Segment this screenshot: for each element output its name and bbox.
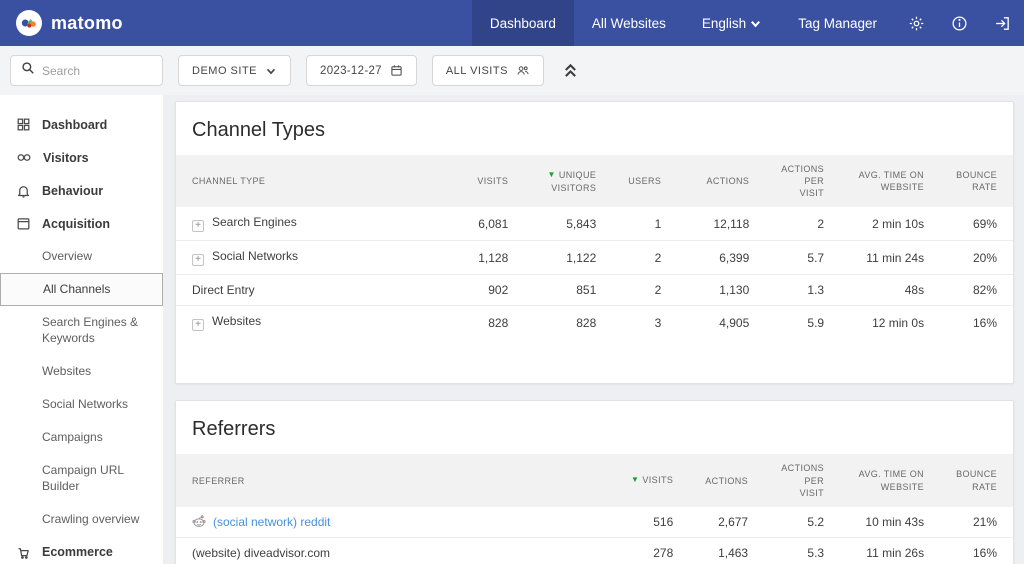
sidebar-item-visitors[interactable]: Visitors (0, 141, 163, 174)
row-label: Direct Entry (192, 283, 255, 298)
table-row[interactable]: (social network) reddit 516 2,677 5.2 10… (176, 507, 1013, 538)
nav-language-label: English (701, 15, 747, 31)
settings-gear-icon[interactable] (895, 0, 938, 46)
expand-row-icon[interactable]: + (192, 220, 204, 233)
row-label: Social Networks (212, 249, 299, 264)
dashboard-grid-icon (17, 118, 30, 131)
logout-icon[interactable] (981, 0, 1024, 46)
date-range-button[interactable]: 2023-12-27 (306, 55, 417, 86)
sidebar-item-behaviour[interactable]: Behaviour (0, 174, 163, 207)
column-header-actions-per-visit[interactable]: Actions per Visit (765, 155, 841, 208)
channel-types-table: Channel Type Visits ▼ Unique Visitors Use… (176, 155, 1013, 340)
sidebar-item-dashboard[interactable]: Dashboard (0, 108, 163, 141)
archive-box-icon (17, 218, 30, 230)
sidebar-item-websites[interactable]: Websites (0, 355, 163, 388)
chevron-down-icon (749, 17, 762, 30)
sort-desc-icon: ▼ (631, 475, 640, 485)
matomo-logo[interactable]: matomo (0, 0, 139, 46)
reddit-icon (192, 515, 206, 527)
sidebar-item-crawling-overview[interactable]: Crawling overview (0, 503, 163, 536)
nav-language-selector[interactable]: English (684, 0, 780, 46)
content-area: Channel Types Channel Type Visits ▼ Uniqu… (163, 95, 1024, 564)
table-header-row: Referrer ▼ Visits Actions Actions per Vis… (176, 454, 1013, 507)
column-header-visits[interactable]: Visits (444, 155, 525, 208)
site-selector-label: DEMO SITE (192, 64, 258, 77)
site-selector-button[interactable]: DEMO SITE (178, 55, 292, 86)
double-chevron-up-icon (564, 63, 576, 77)
toolbar: DEMO SITE 2023-12-27 ALL VISITS (0, 46, 1024, 95)
search-input[interactable] (42, 63, 152, 78)
segment-label: ALL VISITS (445, 64, 508, 77)
channel-types-panel: Channel Types Channel Type Visits ▼ Uniqu… (175, 101, 1014, 385)
search-input-wrapper[interactable] (10, 55, 163, 86)
sidebar-item-all-channels[interactable]: All Channels (0, 272, 163, 306)
panel-title: Channel Types (192, 119, 326, 141)
sidebar-item-campaigns[interactable]: Campaigns (0, 421, 163, 454)
sidebar-item-label: Ecommerce (42, 545, 113, 560)
sidebar-item-label: Dashboard (42, 117, 108, 132)
referrer-link[interactable]: (social network) reddit (213, 515, 330, 529)
sidebar-item-acquisition[interactable]: Acquisition (0, 207, 163, 240)
segment-selector-button[interactable]: ALL VISITS (431, 55, 544, 86)
referrers-table: Referrer ▼ Visits Actions Actions per Vis… (176, 454, 1013, 564)
table-header-row: Channel Type Visits ▼ Unique Visitors Use… (176, 155, 1013, 208)
table-row[interactable]: + Social Networks 1,128 1,122 2 6,399 5.7… (176, 240, 1013, 275)
row-label: (website) diveadvisor.com (192, 545, 331, 560)
table-row[interactable]: (website) diveadvisor.com 278 1,463 5.3 … (176, 536, 1013, 564)
nav-tag-manager[interactable]: Tag Manager (780, 0, 895, 46)
top-navbar: matomo Dashboard All Websites English Ta… (0, 0, 1024, 46)
column-header-actions-per-visit[interactable]: Actions per Visit (764, 454, 841, 507)
panel-title: Referrers (192, 418, 276, 441)
sort-desc-icon: ▼ (547, 169, 556, 179)
panel-bottom-padding (176, 339, 1013, 383)
search-icon (21, 61, 35, 80)
column-header-referrer[interactable]: Referrer (176, 454, 608, 507)
column-header-channel-type[interactable]: Channel Type (176, 155, 445, 208)
column-header-bounce-rate[interactable]: Bounce Rate (940, 155, 1013, 208)
brand-name: matomo (51, 12, 123, 33)
sidebar-item-campaign-url-builder[interactable]: Campaign URL Builder (0, 454, 163, 504)
row-label: Websites (212, 314, 262, 329)
column-header-visits[interactable]: ▼ Visits (607, 454, 690, 507)
sidebar-item-overview[interactable]: Overview (0, 240, 163, 273)
sidebar-item-label: Acquisition (42, 216, 111, 231)
help-info-icon[interactable] (938, 0, 981, 46)
column-header-users[interactable]: Users (612, 155, 678, 208)
visitors-icon (17, 154, 31, 161)
shopping-cart-icon (18, 548, 29, 559)
column-header-avg-time[interactable]: Avg. Time on Website (840, 155, 941, 208)
sidebar: Dashboard Visitors Behaviour Acquisition… (0, 95, 163, 564)
referrers-panel: Referrers Referrer ▼ Visits Actions Actio… (175, 400, 1014, 564)
bell-icon (18, 186, 29, 198)
column-header-actions[interactable]: Actions (689, 454, 765, 507)
table-row[interactable]: Direct Entry 902 851 2 1,130 1.3 48s 82% (176, 274, 1013, 306)
nav-dashboard[interactable]: Dashboard (471, 0, 574, 46)
date-range-label: 2023-12-27 (320, 64, 382, 77)
chevron-down-icon (266, 68, 276, 74)
column-header-bounce-rate[interactable]: Bounce Rate (940, 454, 1013, 507)
column-header-actions[interactable]: Actions (677, 155, 766, 208)
calendar-icon (391, 65, 402, 76)
collapse-toolbar-button[interactable] (559, 62, 582, 79)
visitors-segment-icon (517, 66, 529, 75)
sidebar-item-ecommerce[interactable]: Ecommerce (0, 536, 163, 564)
expand-row-icon[interactable]: + (192, 254, 204, 267)
nav-all-websites[interactable]: All Websites (574, 0, 684, 46)
sidebar-item-social-networks[interactable]: Social Networks (0, 388, 163, 421)
expand-row-icon[interactable]: + (192, 319, 204, 332)
column-header-avg-time[interactable]: Avg. Time on Website (840, 454, 941, 507)
sidebar-item-label: Visitors (43, 150, 89, 165)
column-header-unique-visitors[interactable]: ▼ Unique Visitors (524, 155, 613, 208)
matomo-logo-icon (16, 10, 42, 36)
table-row[interactable]: + Search Engines 6,081 5,843 1 12,118 2 2… (176, 207, 1013, 241)
row-label: Search Engines (212, 215, 297, 230)
table-row[interactable]: + Websites 828 828 3 4,905 5.9 12 min 0s … (176, 305, 1013, 340)
sidebar-item-search-engines-keywords[interactable]: Search Engines & Keywords (0, 306, 163, 356)
sidebar-item-label: Behaviour (42, 183, 104, 198)
